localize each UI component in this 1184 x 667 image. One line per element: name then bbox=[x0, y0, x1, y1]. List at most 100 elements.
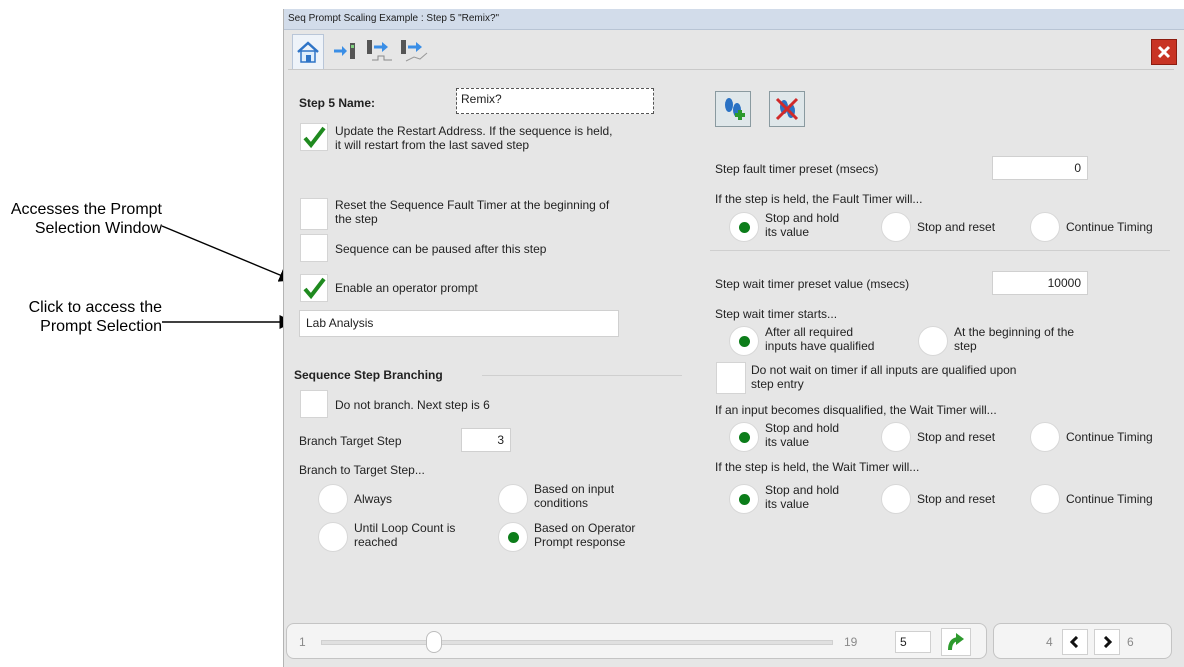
chevron-right-icon bbox=[1103, 636, 1113, 648]
callout-prompt-selection: Click to access the Prompt Selection bbox=[28, 299, 162, 335]
checkmark-icon bbox=[303, 126, 326, 149]
reset-fault-checkbox[interactable] bbox=[300, 198, 328, 230]
step-name-label: Step 5 Name: bbox=[299, 96, 376, 110]
pause-checkbox[interactable] bbox=[300, 234, 328, 262]
wait-disq-label: If an input becomes disqualified, the Wa… bbox=[715, 403, 997, 417]
page-left-number: 4 bbox=[1046, 635, 1053, 649]
step-timer-tab[interactable] bbox=[364, 36, 394, 66]
curved-up-arrow-icon bbox=[948, 633, 964, 651]
branch-input-label: Based on input conditions bbox=[534, 482, 615, 510]
window-title: Seq Prompt Scaling Example : Step 5 "Rem… bbox=[284, 9, 1184, 30]
fault-stop-hold-label: Stop and hold its value bbox=[765, 211, 840, 239]
close-icon bbox=[1157, 45, 1171, 59]
checkmark-icon bbox=[303, 277, 326, 300]
update-restart-checkbox[interactable] bbox=[300, 123, 328, 151]
no-branch-checkbox[interactable] bbox=[300, 390, 328, 418]
branch-loop-radio[interactable] bbox=[318, 522, 348, 552]
page-navigation-bar: 4 6 bbox=[993, 623, 1172, 659]
held-stop-hold-label: Stop and hold its value bbox=[765, 483, 840, 511]
prompt-selection-field[interactable]: Lab Analysis bbox=[299, 310, 619, 337]
slider-min-label: 1 bbox=[299, 635, 306, 649]
home-tab[interactable] bbox=[292, 34, 324, 69]
branch-to-target-label: Branch to Target Step... bbox=[299, 463, 425, 477]
arrow-input-icon bbox=[334, 43, 355, 59]
disq-stop-reset-label: Stop and reset bbox=[917, 430, 996, 444]
disq-stop-hold-radio[interactable] bbox=[729, 422, 759, 452]
no-wait-checkbox[interactable] bbox=[716, 362, 746, 394]
selected-dot bbox=[738, 431, 750, 443]
step-name-field[interactable]: Remix? bbox=[456, 88, 654, 114]
wait-beginning-label: At the beginning of the step bbox=[954, 325, 1075, 353]
selected-dot bbox=[738, 335, 750, 347]
held-stop-reset-label: Stop and reset bbox=[917, 492, 996, 506]
fault-continue-radio[interactable] bbox=[1030, 212, 1060, 242]
wait-starts-label: Step wait timer starts... bbox=[715, 307, 838, 321]
enable-prompt-checkbox[interactable] bbox=[300, 274, 328, 302]
wait-after-label: After all required inputs have qualified bbox=[765, 325, 875, 353]
step-slider-track[interactable] bbox=[321, 640, 833, 645]
home-icon bbox=[297, 41, 319, 63]
footprints-cancel-icon bbox=[775, 97, 799, 121]
fault-stop-hold-radio[interactable] bbox=[729, 212, 759, 242]
arrow-prompt-window bbox=[161, 225, 294, 282]
go-to-step-button[interactable] bbox=[941, 628, 971, 656]
disq-stop-reset-radio[interactable] bbox=[881, 422, 911, 452]
branch-operator-radio[interactable] bbox=[498, 522, 528, 552]
pause-label: Sequence can be paused after this step bbox=[335, 242, 547, 256]
no-wait-label: Do not wait on timer if all inputs are q… bbox=[751, 363, 1017, 391]
selected-dot bbox=[738, 221, 750, 233]
fault-held-label: If the step is held, the Fault Timer wil… bbox=[715, 192, 923, 206]
wait-preset-field[interactable]: 10000 bbox=[992, 271, 1088, 295]
branch-always-radio[interactable] bbox=[318, 484, 348, 514]
branching-divider bbox=[482, 375, 682, 376]
timer-divider bbox=[710, 250, 1170, 251]
prompt-config-button[interactable] bbox=[715, 91, 751, 127]
branch-operator-label: Based on Operator Prompt response bbox=[534, 521, 636, 549]
footprints-plus-icon bbox=[725, 98, 745, 120]
clear-prompt-button[interactable] bbox=[769, 91, 805, 127]
no-branch-label: Do not branch. Next step is 6 bbox=[335, 398, 490, 412]
reset-fault-label: Reset the Sequence Fault Timer at the be… bbox=[335, 198, 610, 226]
trend-tab[interactable] bbox=[398, 36, 428, 66]
timer-pulse-icon bbox=[367, 40, 392, 61]
toolbar bbox=[284, 30, 1184, 70]
trend-icon bbox=[401, 40, 428, 62]
held-stop-hold-radio[interactable] bbox=[729, 484, 759, 514]
wait-after-radio[interactable] bbox=[729, 326, 759, 356]
step-window: Seq Prompt Scaling Example : Step 5 "Rem… bbox=[283, 9, 1184, 667]
fault-preset-label: Step fault timer preset (msecs) bbox=[715, 162, 879, 176]
disq-stop-hold-label: Stop and hold its value bbox=[765, 421, 840, 449]
branch-target-field[interactable]: 3 bbox=[461, 428, 511, 452]
enable-prompt-label: Enable an operator prompt bbox=[335, 281, 478, 295]
step-navigation-bar: 1 19 5 bbox=[286, 623, 987, 659]
page-right-number: 6 bbox=[1127, 635, 1134, 649]
step-slider-thumb[interactable] bbox=[426, 631, 443, 653]
disq-continue-label: Continue Timing bbox=[1066, 430, 1153, 444]
selected-dot bbox=[507, 531, 519, 543]
branching-heading: Sequence Step Branching bbox=[294, 368, 443, 382]
close-button[interactable] bbox=[1151, 39, 1177, 65]
wait-beginning-radio[interactable] bbox=[918, 326, 948, 356]
previous-button[interactable] bbox=[1062, 629, 1088, 655]
chevron-left-icon bbox=[1069, 636, 1079, 648]
wait-preset-label: Step wait timer preset value (msecs) bbox=[715, 277, 910, 291]
fault-continue-label: Continue Timing bbox=[1066, 220, 1153, 234]
branch-always-label: Always bbox=[354, 492, 393, 506]
branch-target-label: Branch Target Step bbox=[299, 434, 402, 448]
branch-loop-label: Until Loop Count is reached bbox=[354, 521, 456, 549]
fault-stop-reset-radio[interactable] bbox=[881, 212, 911, 242]
inputs-tab[interactable] bbox=[330, 36, 360, 66]
wait-held-label: If the step is held, the Wait Timer will… bbox=[715, 460, 920, 474]
slider-max-label: 19 bbox=[844, 635, 858, 649]
callout-prompt-window: Accesses the Prompt Selection Window bbox=[10, 201, 162, 237]
next-button[interactable] bbox=[1094, 629, 1120, 655]
held-stop-reset-radio[interactable] bbox=[881, 484, 911, 514]
branch-input-radio[interactable] bbox=[498, 484, 528, 514]
held-continue-radio[interactable] bbox=[1030, 484, 1060, 514]
step-config-panel: Step 5 Name: Remix? Update the Restart A… bbox=[288, 69, 1174, 615]
disq-continue-radio[interactable] bbox=[1030, 422, 1060, 452]
selected-dot bbox=[738, 493, 750, 505]
step-number-field[interactable]: 5 bbox=[895, 631, 931, 653]
held-continue-label: Continue Timing bbox=[1066, 492, 1153, 506]
fault-preset-field[interactable]: 0 bbox=[992, 156, 1088, 180]
